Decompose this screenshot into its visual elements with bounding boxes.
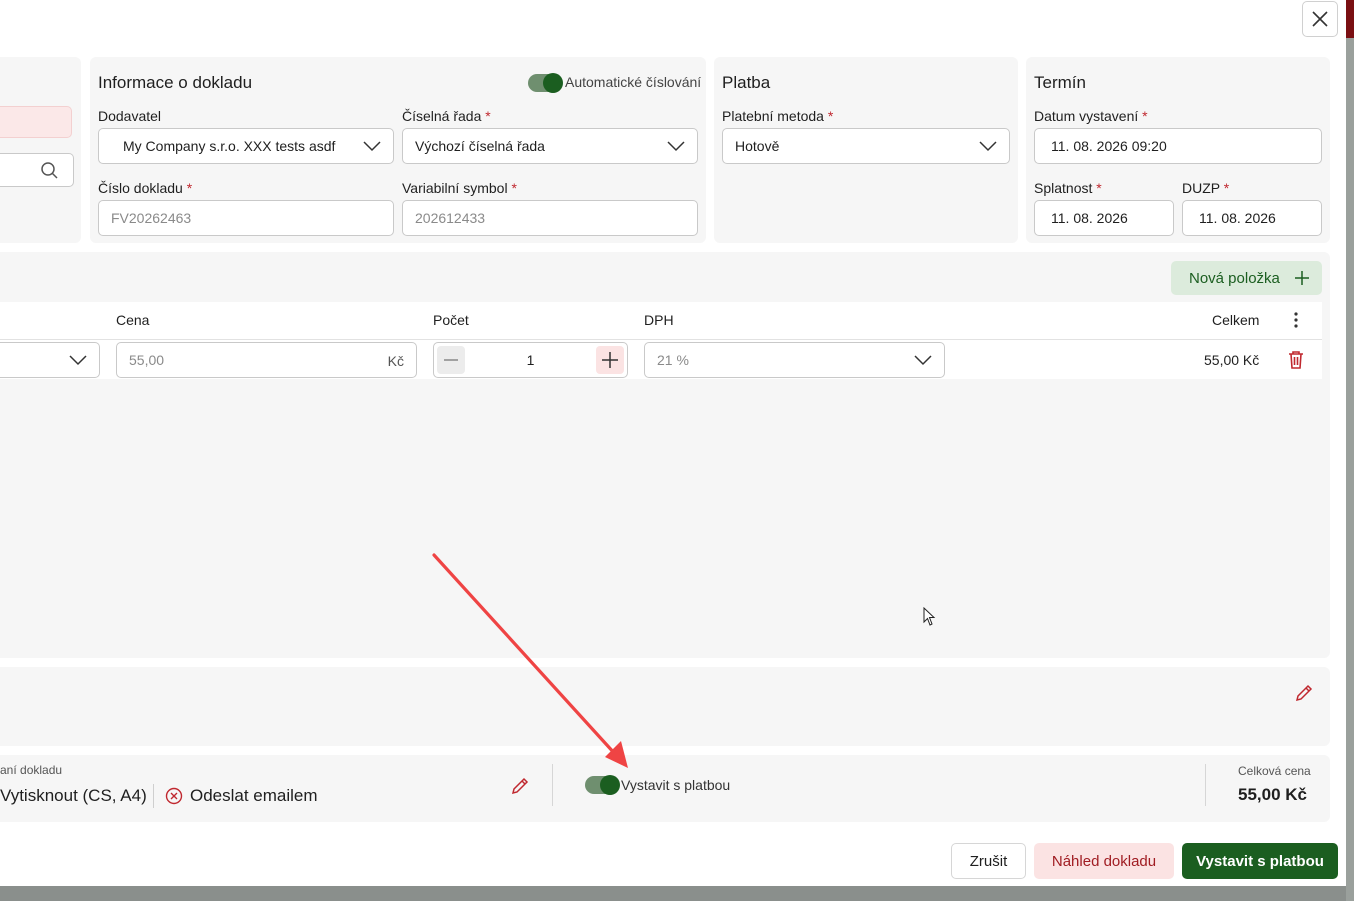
cancel-circle-icon <box>165 787 183 805</box>
total-divider <box>1205 764 1206 806</box>
preview-button[interactable]: Náhled dokladu <box>1034 843 1174 879</box>
payment-title: Platba <box>722 73 771 92</box>
vat-value: 21 % <box>657 352 689 368</box>
doc-number-label: Číslo dokladu * <box>98 180 193 196</box>
item-name-select[interactable] <box>0 342 100 378</box>
issue-button[interactable]: Vystavit s platbou <box>1182 843 1338 879</box>
supplier-value: My Company s.r.o. XXX tests asdf <box>123 138 336 154</box>
auto-numbering-label: Automatické číslování <box>565 74 702 90</box>
window-bottom-edge <box>0 886 1346 901</box>
plus-icon <box>602 352 618 368</box>
col-vat-header: DPH <box>644 312 674 328</box>
series-value: Výchozí číselná řada <box>415 138 545 154</box>
payment-method-label: Platební metoda * <box>722 108 834 124</box>
series-label: Číselná řada * <box>402 108 491 124</box>
chevron-down-icon <box>69 355 87 366</box>
close-icon <box>1312 11 1328 27</box>
due-date-label: Splatnost * <box>1034 180 1102 196</box>
due-date-value: 11. 08. 2026 <box>1051 210 1128 226</box>
supplier-select[interactable]: My Company s.r.o. XXX tests asdf <box>98 128 394 164</box>
chevron-down-icon <box>363 141 381 152</box>
notes-panel <box>0 667 1330 746</box>
col-price-header: Cena <box>116 312 150 328</box>
cancel-button[interactable]: Zrušit <box>951 843 1026 879</box>
edit-notes-icon[interactable] <box>1294 683 1314 703</box>
customer-panel <box>0 57 81 243</box>
currency-suffix: Kč <box>387 353 404 369</box>
total-label: Celková cena <box>1238 764 1311 778</box>
plus-icon <box>1295 271 1309 285</box>
due-date-field[interactable]: 11. 08. 2026 <box>1034 200 1174 236</box>
payment-method-value: Hotově <box>735 138 780 154</box>
increment-button[interactable] <box>596 346 624 374</box>
customer-search-input[interactable] <box>0 153 74 187</box>
doc-number-field[interactable]: FV20262463 <box>98 200 394 236</box>
supplier-label: Dodavatel <box>98 108 162 124</box>
quantity-stepper[interactable]: 1 <box>433 342 628 378</box>
trash-icon[interactable] <box>1287 350 1305 370</box>
issue-date-field[interactable]: 11. 08. 2026 09:20 <box>1034 128 1322 164</box>
duzp-value: 11. 08. 2026 <box>1199 210 1276 226</box>
annotation-arrow <box>432 553 628 768</box>
var-symbol-value: 202612433 <box>415 210 486 226</box>
after-issue-label: aní dokladu <box>0 763 63 777</box>
window-right-edge <box>1346 38 1354 901</box>
column-menu-icon[interactable] <box>1286 310 1306 330</box>
quantity-value: 1 <box>526 352 535 368</box>
doc-info-title: Informace o dokladu <box>98 73 253 92</box>
background-edge <box>1346 0 1354 38</box>
email-option[interactable]: Odeslat emailem <box>190 786 318 806</box>
price-input[interactable]: 55,00 Kč <box>116 342 417 378</box>
col-count-header: Počet <box>433 312 469 328</box>
auto-numbering-toggle[interactable] <box>528 73 563 93</box>
footer-divider <box>153 784 154 808</box>
chevron-down-icon <box>914 355 932 366</box>
print-option[interactable]: Vytisknout (CS, A4) <box>0 786 147 806</box>
duzp-field[interactable]: 11. 08. 2026 <box>1182 200 1322 236</box>
total-value: 55,00 Kč <box>1238 785 1307 804</box>
payment-method-select[interactable]: Hotově <box>722 128 1010 164</box>
search-icon <box>41 162 58 179</box>
new-item-button[interactable]: Nová položka <box>1171 261 1322 295</box>
row-total: 55,00 Kč <box>1204 352 1260 368</box>
series-select[interactable]: Výchozí číselná řada <box>402 128 698 164</box>
issue-date-label: Datum vystavení * <box>1034 108 1148 124</box>
var-symbol-field[interactable]: 202612433 <box>402 200 698 236</box>
issue-date-value: 11. 08. 2026 09:20 <box>1051 138 1167 154</box>
decrement-button[interactable] <box>437 346 465 374</box>
mouse-cursor-icon <box>923 607 936 626</box>
chevron-down-icon <box>667 141 685 152</box>
duzp-label: DUZP * <box>1182 180 1230 196</box>
var-symbol-label: Variabilní symbol * <box>402 180 517 196</box>
customer-highlight <box>0 106 72 138</box>
chevron-down-icon <box>979 141 997 152</box>
price-value: 55,00 <box>129 352 165 368</box>
new-item-label: Nová položka <box>1189 269 1280 287</box>
term-title: Termín <box>1034 73 1086 92</box>
doc-number-value: FV20262463 <box>111 210 192 226</box>
vat-select[interactable]: 21 % <box>644 342 945 378</box>
col-total-header: Celkem <box>1212 312 1260 328</box>
minus-icon <box>444 359 458 361</box>
close-button[interactable] <box>1302 1 1338 37</box>
